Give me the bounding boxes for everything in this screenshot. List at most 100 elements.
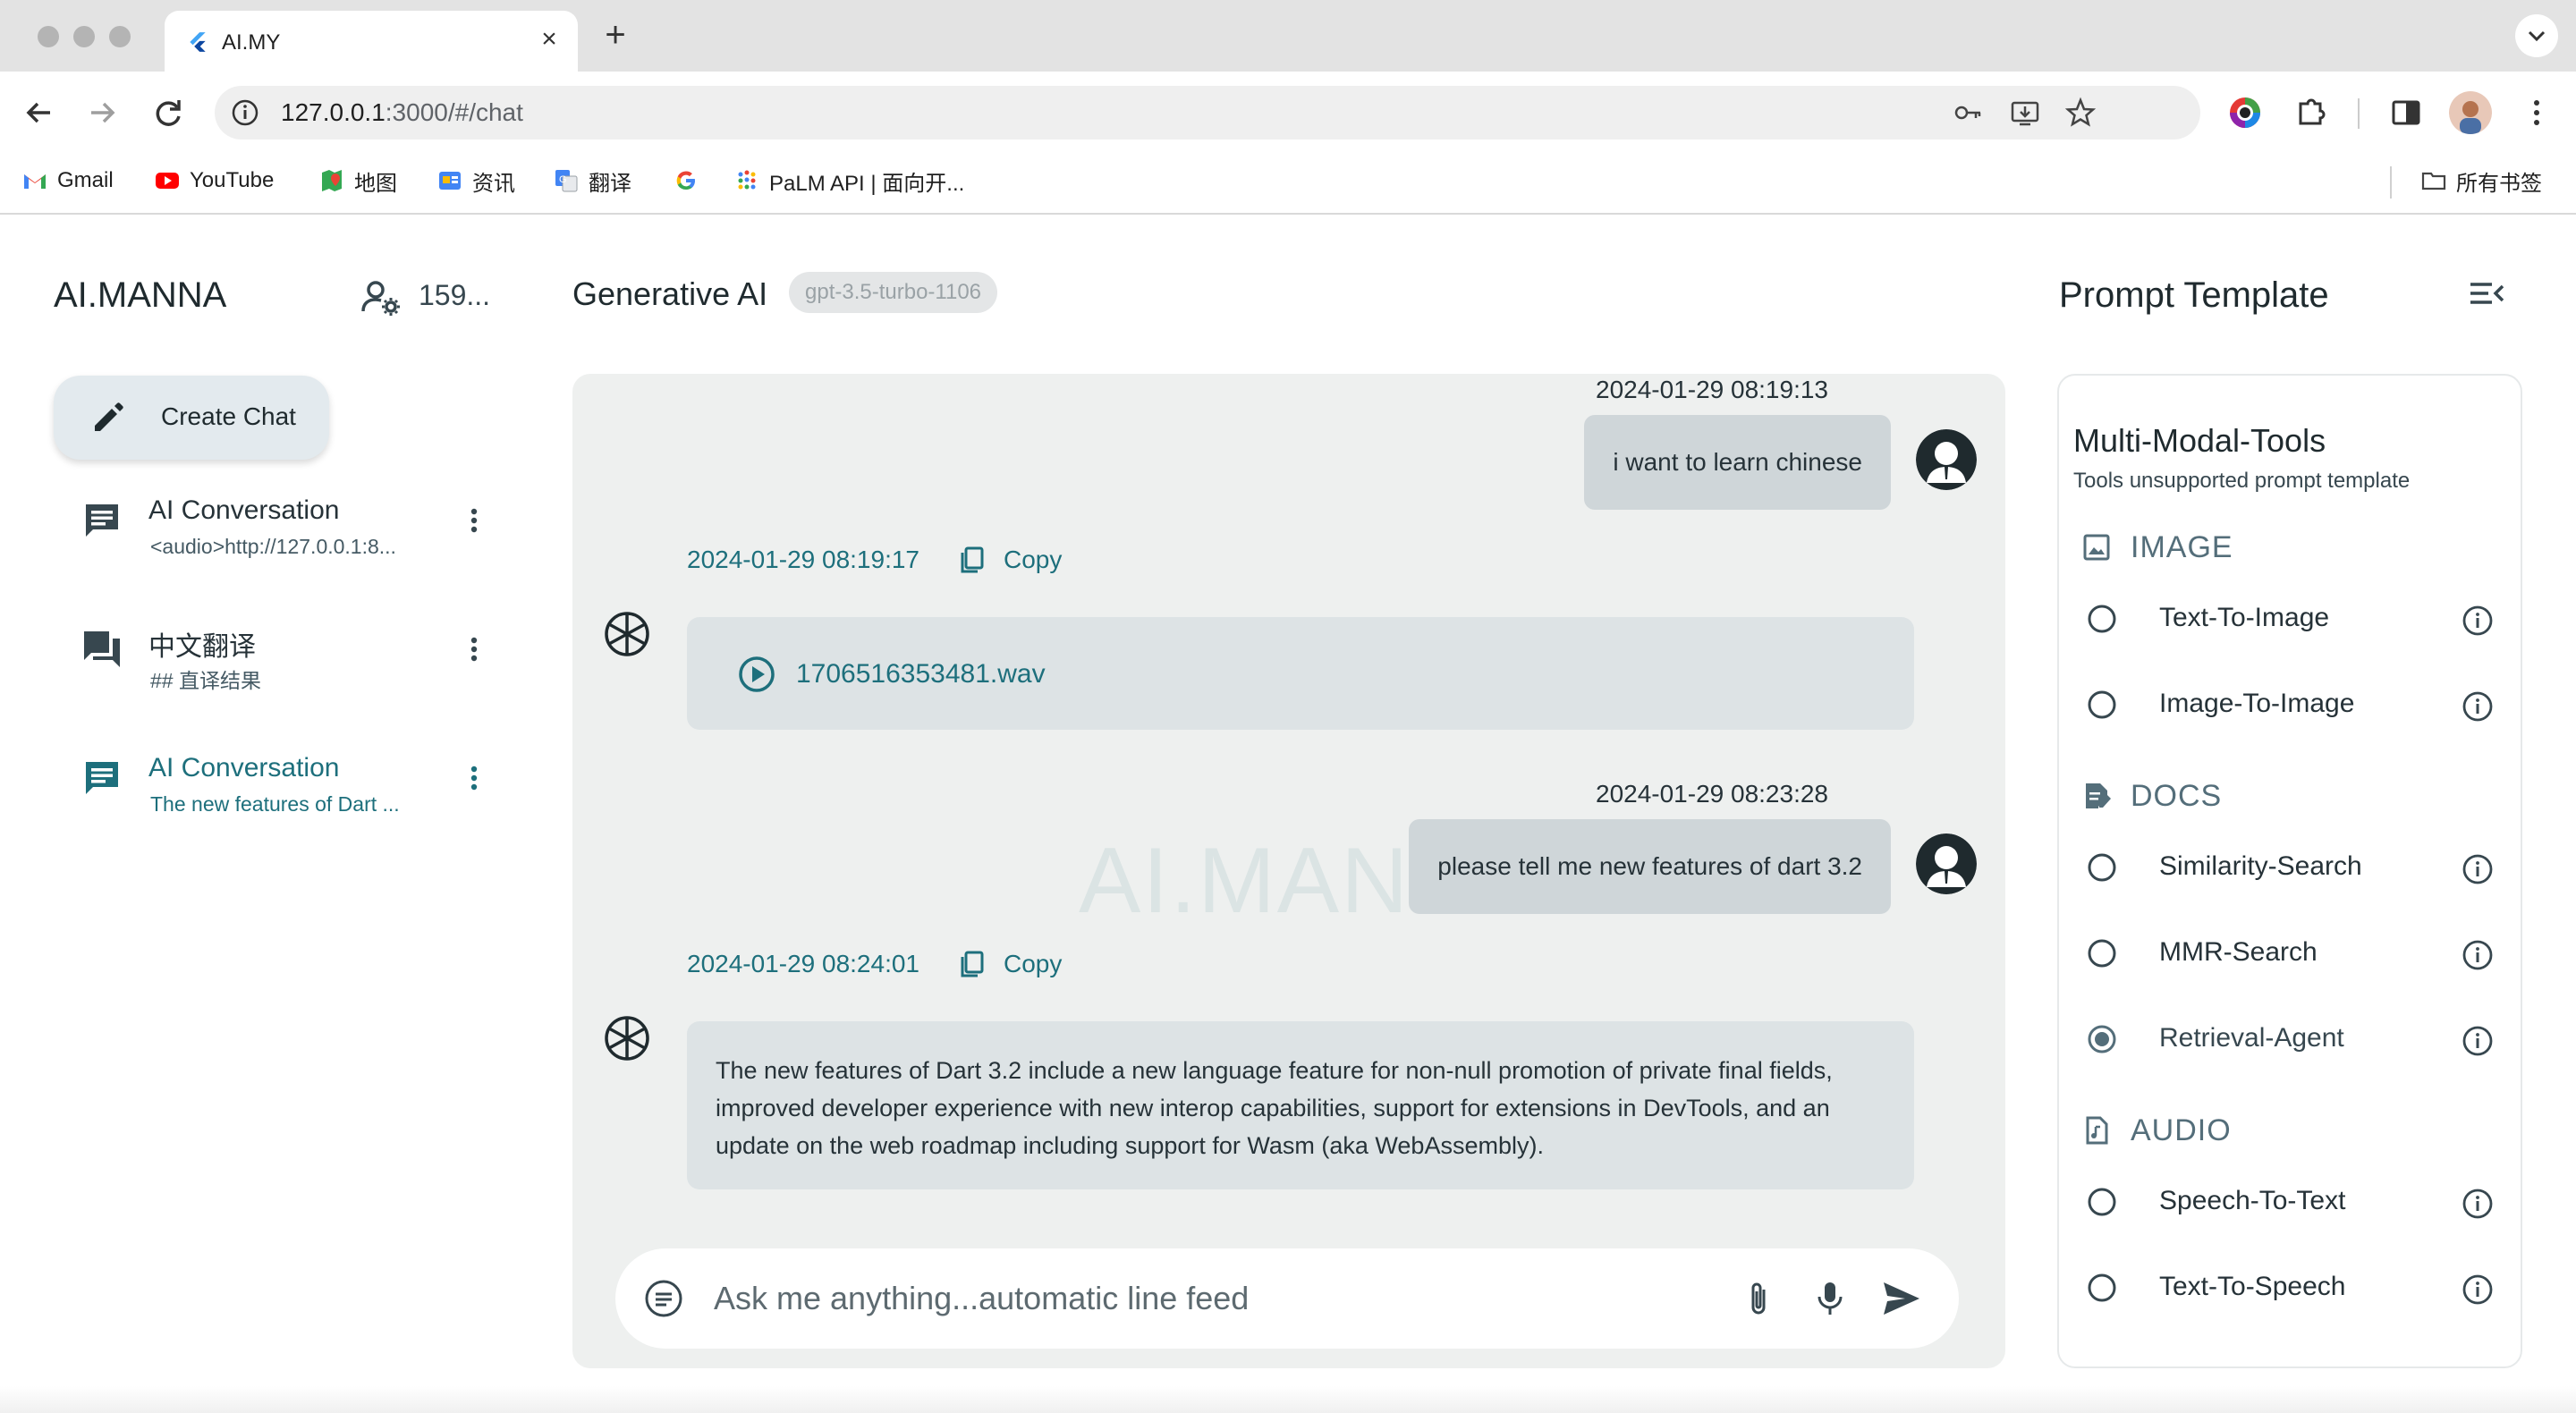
copy-icon: [961, 546, 984, 573]
audio-filename: 1706516353481.wav: [796, 659, 1046, 689]
url-text[interactable]: 127.0.0.1:3000/#/chat: [281, 98, 523, 127]
option-retrieval-agent[interactable]: Retrieval-Agent: [2086, 1014, 2497, 1064]
all-bookmarks-button[interactable]: 所有书签: [2420, 165, 2542, 197]
chat-input[interactable]: [714, 1270, 1680, 1327]
radio-unchecked-icon[interactable]: [2086, 937, 2118, 969]
option-speech-to-text[interactable]: Speech-To-Text: [2086, 1177, 2497, 1227]
palm-icon: [738, 170, 756, 190]
new-tab-button[interactable]: +: [597, 17, 633, 54]
info-icon[interactable]: [2460, 603, 2496, 639]
side-panel-icon[interactable]: [2385, 91, 2428, 134]
copy-button[interactable]: Copy: [957, 544, 1062, 576]
bookmark-translate[interactable]: G 翻译: [553, 165, 631, 197]
conversation-preview: ## 直译结果: [150, 669, 261, 692]
info-icon[interactable]: [2460, 1023, 2496, 1059]
browser-menu-icon[interactable]: [2515, 91, 2558, 134]
site-info-icon[interactable]: [229, 97, 261, 129]
document-icon: [2086, 783, 2111, 808]
maximize-window-button[interactable]: [109, 26, 131, 47]
page-title: Generative AI: [572, 275, 768, 312]
install-app-icon[interactable]: [2009, 97, 2041, 129]
radio-unchecked-icon[interactable]: [2086, 851, 2118, 884]
folder-icon: [2421, 172, 2446, 190]
microphone-icon[interactable]: [1807, 1275, 1853, 1322]
profile-avatar[interactable]: [2449, 91, 2492, 134]
option-similarity-search[interactable]: Similarity-Search: [2086, 842, 2497, 893]
bookmark-news[interactable]: 资讯: [436, 165, 515, 197]
maps-icon: [322, 170, 342, 191]
conversation-title: AI Conversation: [148, 753, 340, 783]
chat-panel: AI.MANNA 2024-01-29 08:19:13 i want to l…: [572, 374, 2005, 1368]
send-icon[interactable]: [1878, 1275, 1925, 1322]
bookmark-maps[interactable]: 地图: [318, 165, 397, 197]
back-icon[interactable]: [18, 91, 61, 134]
conversation-title: AI Conversation: [148, 495, 340, 525]
more-vert-icon[interactable]: [465, 503, 483, 538]
conversation-item[interactable]: 中文翻译 ## 直译结果: [54, 605, 501, 712]
translate-icon: G: [555, 170, 578, 192]
password-key-icon[interactable]: [1952, 97, 1984, 129]
option-text-to-speech[interactable]: Text-To-Speech: [2086, 1263, 2497, 1313]
attach-file-icon[interactable]: [1735, 1275, 1782, 1322]
prompt-template-panel: Multi-Modal-Tools Tools unsupported prom…: [2057, 374, 2522, 1368]
section-docs: DOCS: [2080, 774, 2222, 817]
info-icon[interactable]: [2460, 937, 2496, 973]
more-vert-icon[interactable]: [465, 760, 483, 796]
tab-strip: AI.MY × +: [0, 0, 2576, 72]
forward-icon[interactable]: [80, 91, 123, 134]
conversation-title: 中文翻译: [148, 632, 256, 662]
user-avatar: [1916, 429, 1977, 490]
more-vert-icon[interactable]: [465, 631, 483, 667]
user-count[interactable]: 159...: [419, 279, 490, 312]
info-icon[interactable]: [2460, 851, 2496, 887]
option-text-to-image[interactable]: Text-To-Image: [2086, 594, 2497, 644]
google-icon: [676, 171, 695, 190]
bookmark-gmail[interactable]: Gmail: [21, 165, 114, 197]
extensions-icon[interactable]: [2290, 91, 2333, 134]
address-bar[interactable]: 127.0.0.1:3000/#/chat: [215, 86, 2200, 140]
info-icon[interactable]: [2460, 1272, 2496, 1307]
message-timestamp: 2024-01-29 08:23:28: [1596, 780, 1828, 808]
radio-checked-icon[interactable]: [2086, 1023, 2118, 1055]
tab-search-button[interactable]: [2515, 14, 2558, 57]
bookmark-youtube[interactable]: YouTube: [154, 165, 274, 197]
user-settings-icon[interactable]: [360, 275, 402, 318]
close-tab-icon[interactable]: ×: [535, 25, 564, 54]
info-icon[interactable]: [2460, 689, 2496, 724]
message-timestamp: 2024-01-29 08:24:01: [687, 950, 919, 977]
radio-unchecked-icon[interactable]: [2086, 689, 2118, 721]
radio-unchecked-icon[interactable]: [2086, 1272, 2118, 1304]
prompt-template-icon[interactable]: [642, 1277, 685, 1320]
audio-attachment[interactable]: 1706516353481.wav: [737, 655, 1046, 694]
forum-icon: [84, 631, 120, 667]
conversation-item[interactable]: AI Conversation <audio>http://127.0.0.1:…: [54, 476, 501, 583]
conversation-preview: <audio>http://127.0.0.1:8...: [150, 535, 396, 558]
bookmark-star-icon[interactable]: [2064, 97, 2097, 129]
tools-heading: Multi-Modal-Tools: [2073, 422, 2326, 459]
close-window-button[interactable]: [38, 26, 59, 47]
bookmark-google[interactable]: [673, 165, 708, 197]
color-extension-icon[interactable]: [2224, 91, 2267, 134]
openai-logo-icon: [605, 612, 649, 656]
option-mmr-search[interactable]: MMR-Search: [2086, 928, 2497, 978]
app-root: AI.MANNA 159... Create Chat AI Conversat…: [0, 216, 2576, 1413]
audio-file-icon: [2086, 1116, 2108, 1145]
browser-tab[interactable]: AI.MY ×: [165, 11, 578, 72]
youtube-icon: [156, 173, 179, 189]
menu-open-icon[interactable]: [2465, 272, 2508, 315]
create-chat-button[interactable]: Create Chat: [54, 376, 329, 460]
bookmark-palm-api[interactable]: PaLM API | 面向开...: [733, 165, 964, 197]
gmail-icon: [24, 174, 46, 189]
option-image-to-image[interactable]: Image-To-Image: [2086, 680, 2497, 730]
minimize-window-button[interactable]: [73, 26, 95, 47]
conversation-item-active[interactable]: AI Conversation The new features of Dart…: [54, 733, 501, 841]
navigation-bar: 127.0.0.1:3000/#/chat: [0, 72, 2576, 154]
radio-unchecked-icon[interactable]: [2086, 603, 2118, 635]
toolbar-divider: [2358, 98, 2360, 129]
reload-icon[interactable]: [147, 91, 190, 134]
bookmarks-divider: [2390, 166, 2392, 199]
copy-button[interactable]: Copy: [957, 948, 1062, 980]
info-icon[interactable]: [2460, 1186, 2496, 1222]
svg-text:G: G: [559, 174, 567, 185]
radio-unchecked-icon[interactable]: [2086, 1186, 2118, 1218]
